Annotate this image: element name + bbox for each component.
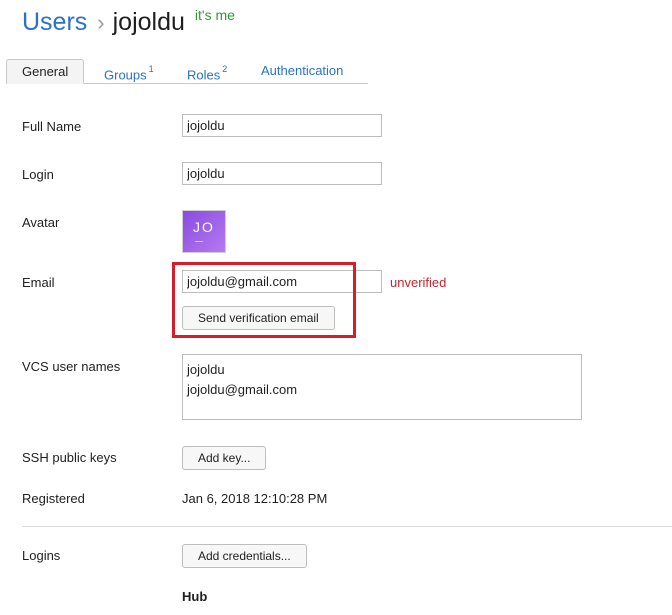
add-credentials-button[interactable]: Add credentials...	[182, 544, 307, 568]
avatar-label: Avatar	[22, 215, 60, 230]
self-badge: it's me	[194, 7, 235, 23]
registered-label: Registered	[22, 491, 85, 506]
full-name-label: Full Name	[22, 119, 82, 134]
email-unverified-status: unverified	[390, 275, 447, 290]
tab-general-label: General	[22, 64, 69, 79]
login-provider-hub: Hub	[182, 589, 208, 604]
vcs-user-names-textarea[interactable]: jojoldu jojoldu@gmail.com	[182, 354, 582, 420]
highlight-annotation	[172, 262, 356, 338]
tab-groups-count: 1	[148, 64, 154, 74]
tab-roles-count: 2	[222, 64, 228, 74]
vcs-user-name-line: jojoldu	[187, 362, 225, 377]
tab-authentication-label: Authentication	[261, 63, 344, 78]
tab-roles[interactable]: Roles 2	[187, 59, 227, 83]
login-input[interactable]	[182, 162, 382, 185]
tab-roles-label: Roles	[187, 67, 221, 83]
tab-authentication[interactable]: Authentication	[261, 59, 343, 83]
tab-bar: General Groups 1 Roles 2 Authentication	[6, 59, 368, 84]
breadcrumb-separator-icon: ›	[97, 10, 105, 35]
full-name-input[interactable]	[182, 114, 382, 137]
page-header: Users › jojoldu it's me	[22, 7, 235, 37]
tab-groups[interactable]: Groups 1	[104, 59, 154, 83]
users-breadcrumb-link[interactable]: Users	[22, 8, 87, 37]
tab-groups-label: Groups	[104, 67, 147, 83]
avatar[interactable]: JO	[182, 210, 226, 253]
tab-general[interactable]: General	[6, 59, 85, 84]
add-key-button[interactable]: Add key...	[182, 446, 267, 470]
page-title: jojoldu	[112, 8, 185, 36]
avatar-underline	[195, 241, 203, 242]
section-divider	[22, 526, 672, 527]
registered-date: Jan 6, 2018 12:10:28 PM	[182, 491, 328, 506]
avatar-initials: JO	[193, 219, 215, 235]
vcs-user-names-label: VCS user names	[22, 359, 121, 374]
email-label: Email	[22, 275, 55, 290]
logins-label: Logins	[22, 548, 61, 563]
vcs-user-name-line: jojoldu@gmail.com	[187, 382, 298, 397]
ssh-public-keys-label: SSH public keys	[22, 450, 117, 465]
login-label: Login	[22, 167, 54, 182]
